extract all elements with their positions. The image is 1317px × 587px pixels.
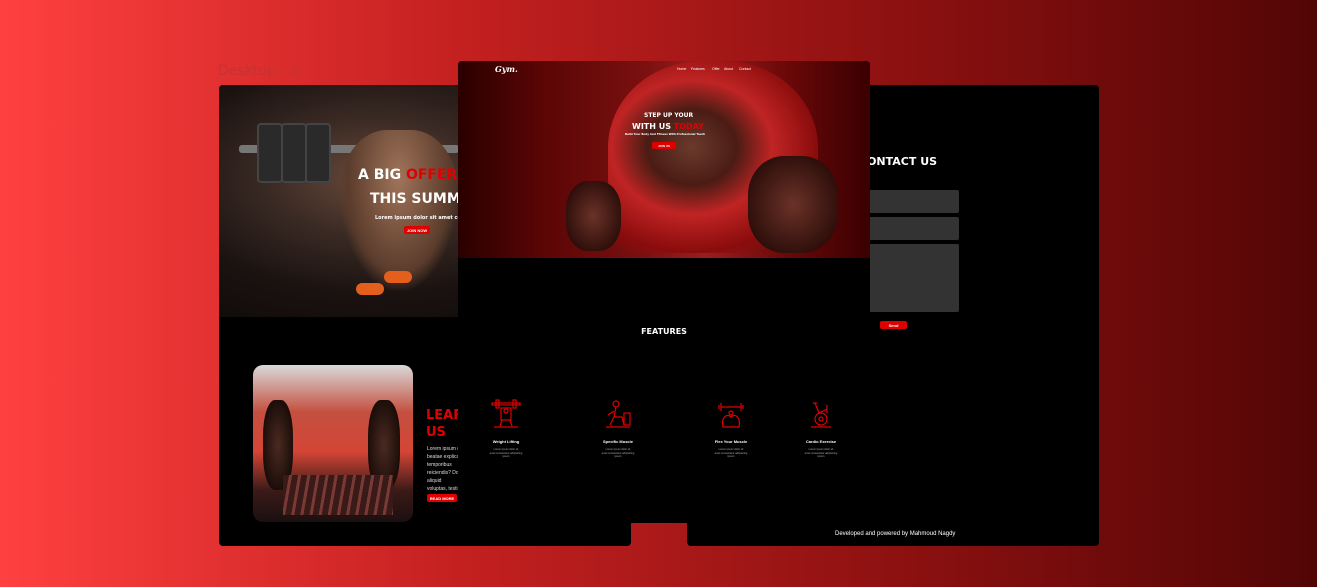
feature-desc: Lorem ipsum dolor sit amet consectetur a… <box>804 448 838 458</box>
nav-about[interactable]: About <box>724 67 733 71</box>
feature-name: Flex Your Muscle <box>714 439 748 444</box>
hero-title-white: A BIG <box>358 167 406 183</box>
feature-card: Flex Your Muscle Lorem ipsum dolor sit a… <box>701 399 761 459</box>
feature-card: Cardio Exercise Lorem ipsum dolor sit am… <box>791 399 851 459</box>
weight-plate <box>257 123 283 183</box>
offer-hero-title-line2: THIS SUMM <box>370 191 461 207</box>
dumbbell-rack <box>283 475 393 515</box>
contact-title: CONTACT US <box>859 155 938 168</box>
join-now-button[interactable]: JOIN NOW <box>404 226 430 234</box>
exercise-bike-icon <box>811 402 831 428</box>
dumbbell-muscle-icon <box>718 403 744 428</box>
hero-subtitle: Build Your Body And Fitness With Profess… <box>625 132 706 136</box>
fist-graphic <box>566 181 621 251</box>
feature-card: Specific Muscle Lorem ipsum dolor sit am… <box>588 399 648 459</box>
feature-desc: Lorem ipsum dolor sit amet consectetur a… <box>714 448 748 458</box>
hero-title-red: OFFER <box>405 167 458 183</box>
footer-credit: Developed and powered by Mahmoud Nagdy <box>835 531 956 537</box>
gym-hero-image <box>458 61 870 258</box>
nav-features[interactable]: Features <box>691 67 705 71</box>
hero-line1: STEP UP YOUR <box>644 112 694 119</box>
hero-line2: WITH US TODAY <box>632 122 704 131</box>
feature-desc: Lorem ipsum dolor sit amet consectetur a… <box>601 448 635 458</box>
join-us-button[interactable]: JOIN US <box>652 142 676 149</box>
hero-line2-red: TODAY <box>673 122 704 131</box>
stretching-icon <box>606 400 631 428</box>
read-more-button[interactable]: READ MORE <box>427 494 457 502</box>
frame-label: Desktop - 2 <box>218 63 299 79</box>
shoe-graphic <box>356 283 384 295</box>
feature-card: Weight Lifting Lorem ipsum dolor sit ame… <box>476 399 536 459</box>
message-field[interactable] <box>863 244 959 312</box>
weightlifting-icon <box>491 399 521 428</box>
shoe-graphic <box>384 271 412 283</box>
email-field[interactable] <box>863 217 959 240</box>
nav-contact[interactable]: Contact <box>739 67 751 71</box>
weight-plate <box>305 123 331 183</box>
offer-hero-subtitle: Lorem ipsum dolor sit amet conse <box>375 215 471 221</box>
feature-name: Cardio Exercise <box>805 439 837 444</box>
arm-graphic <box>748 156 838 253</box>
offer-hero-title-line1: A BIG OFFER <box>358 167 457 183</box>
gym-logo[interactable]: Gym. <box>495 64 518 74</box>
learn-about-text: Lorem ipsum d beatae explicab temporibus… <box>427 446 463 492</box>
weight-plate <box>281 123 307 183</box>
features-title: FEATURES <box>641 327 687 336</box>
feature-desc: Lorem ipsum dolor sit amet consectetur a… <box>489 448 523 458</box>
send-button[interactable]: Send <box>880 321 907 329</box>
lifter-figure <box>339 130 459 290</box>
nav-home[interactable]: Home <box>677 67 686 71</box>
feature-name: Specific Muscle <box>602 439 633 444</box>
feature-name: Weight Lifting <box>492 439 520 444</box>
middle-design-frame: Gym. Home Features Offer About Contact S… <box>458 61 870 523</box>
nav-offer[interactable]: Offer <box>712 67 720 71</box>
name-field[interactable] <box>863 190 959 213</box>
hero-line2-white: WITH US <box>632 122 674 131</box>
gym-photo-card <box>253 365 413 522</box>
